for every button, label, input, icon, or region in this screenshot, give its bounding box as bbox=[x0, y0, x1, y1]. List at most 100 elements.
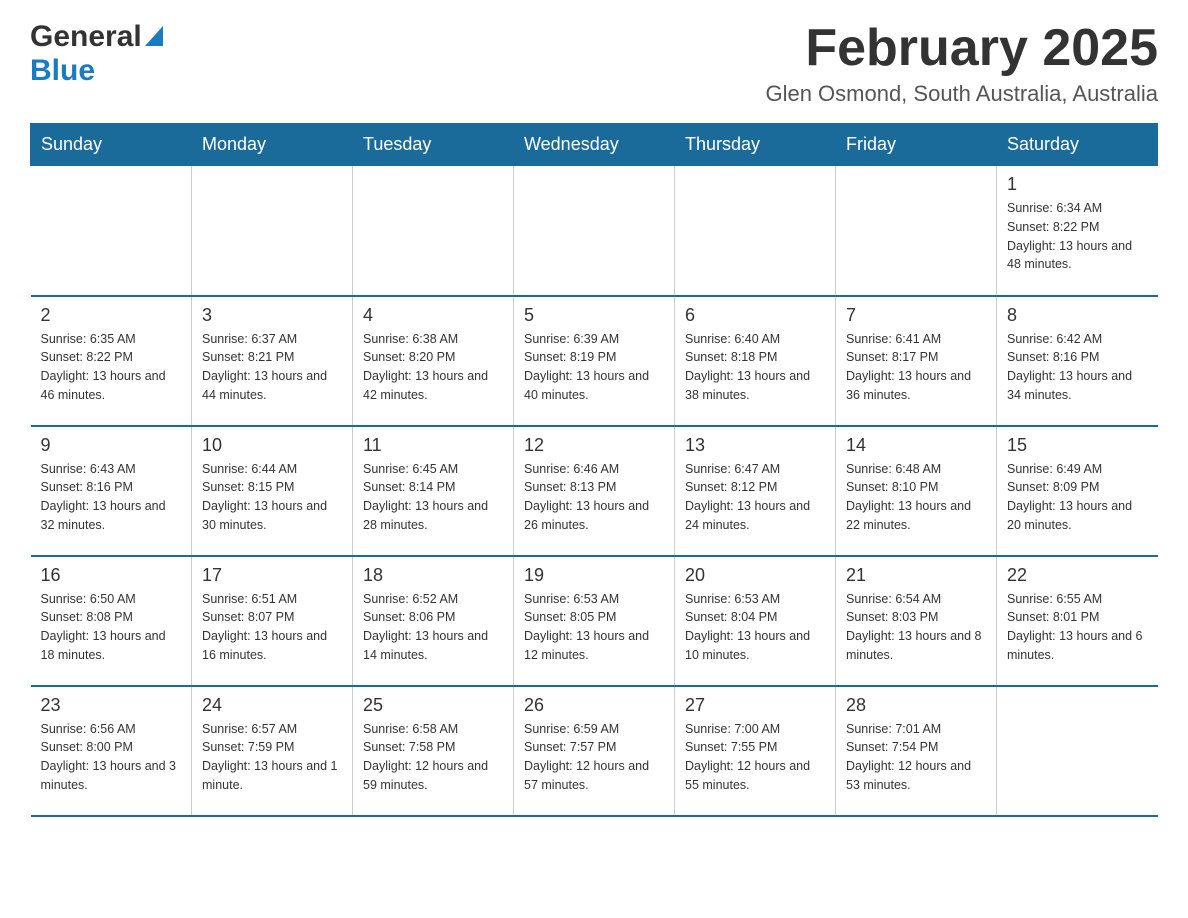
title-area: February 2025 Glen Osmond, South Austral… bbox=[765, 20, 1158, 107]
calendar-day-cell: 3 Sunrise: 6:37 AMSunset: 8:21 PMDaylight… bbox=[192, 296, 353, 426]
calendar-day-cell bbox=[997, 686, 1158, 816]
day-number: 7 bbox=[846, 305, 986, 326]
day-info: Sunrise: 6:42 AMSunset: 8:16 PMDaylight:… bbox=[1007, 330, 1148, 405]
calendar-day-cell bbox=[514, 166, 675, 296]
calendar-day-cell: 12 Sunrise: 6:46 AMSunset: 8:13 PMDayligh… bbox=[514, 426, 675, 556]
calendar-day-cell bbox=[675, 166, 836, 296]
day-info: Sunrise: 6:47 AMSunset: 8:12 PMDaylight:… bbox=[685, 460, 825, 535]
day-number: 12 bbox=[524, 435, 664, 456]
calendar-day-cell: 24 Sunrise: 6:57 AMSunset: 7:59 PMDayligh… bbox=[192, 686, 353, 816]
day-info: Sunrise: 6:37 AMSunset: 8:21 PMDaylight:… bbox=[202, 330, 342, 405]
day-number: 3 bbox=[202, 305, 342, 326]
day-info: Sunrise: 6:46 AMSunset: 8:13 PMDaylight:… bbox=[524, 460, 664, 535]
calendar-day-cell: 7 Sunrise: 6:41 AMSunset: 8:17 PMDaylight… bbox=[836, 296, 997, 426]
day-info: Sunrise: 6:56 AMSunset: 8:00 PMDaylight:… bbox=[41, 720, 182, 795]
calendar-day-cell: 27Sunrise: 7:00 AMSunset: 7:55 PMDayligh… bbox=[675, 686, 836, 816]
day-number: 15 bbox=[1007, 435, 1148, 456]
day-number: 23 bbox=[41, 695, 182, 716]
day-info: Sunrise: 6:59 AMSunset: 7:57 PMDaylight:… bbox=[524, 720, 664, 795]
day-info: Sunrise: 6:35 AMSunset: 8:22 PMDaylight:… bbox=[41, 330, 182, 405]
day-number: 25 bbox=[363, 695, 503, 716]
day-of-week-header: Saturday bbox=[997, 124, 1158, 166]
calendar-day-cell: 5 Sunrise: 6:39 AMSunset: 8:19 PMDaylight… bbox=[514, 296, 675, 426]
day-number: 8 bbox=[1007, 305, 1148, 326]
day-number: 16 bbox=[41, 565, 182, 586]
calendar-day-cell: 16 Sunrise: 6:50 AMSunset: 8:08 PMDayligh… bbox=[31, 556, 192, 686]
calendar-day-cell: 26Sunrise: 6:59 AMSunset: 7:57 PMDayligh… bbox=[514, 686, 675, 816]
calendar-day-cell: 9 Sunrise: 6:43 AMSunset: 8:16 PMDaylight… bbox=[31, 426, 192, 556]
day-of-week-header: Friday bbox=[836, 124, 997, 166]
day-info: Sunrise: 6:58 AMSunset: 7:58 PMDaylight:… bbox=[363, 720, 503, 795]
day-number: 14 bbox=[846, 435, 986, 456]
day-number: 4 bbox=[363, 305, 503, 326]
calendar-day-cell: 6 Sunrise: 6:40 AMSunset: 8:18 PMDaylight… bbox=[675, 296, 836, 426]
day-of-week-header: Sunday bbox=[31, 124, 192, 166]
day-number: 11 bbox=[363, 435, 503, 456]
header: General Blue February 2025 Glen Osmond, … bbox=[30, 20, 1158, 107]
day-info: Sunrise: 6:45 AMSunset: 8:14 PMDaylight:… bbox=[363, 460, 503, 535]
logo-general-text: General bbox=[30, 20, 142, 54]
calendar-day-cell: 28Sunrise: 7:01 AMSunset: 7:54 PMDayligh… bbox=[836, 686, 997, 816]
day-number: 24 bbox=[202, 695, 342, 716]
day-number: 5 bbox=[524, 305, 664, 326]
calendar-body: 1 Sunrise: 6:34 AMSunset: 8:22 PMDaylight… bbox=[31, 166, 1158, 816]
day-of-week-header: Thursday bbox=[675, 124, 836, 166]
calendar-day-cell bbox=[836, 166, 997, 296]
day-info: Sunrise: 6:53 AMSunset: 8:04 PMDaylight:… bbox=[685, 590, 825, 665]
day-info: Sunrise: 6:40 AMSunset: 8:18 PMDaylight:… bbox=[685, 330, 825, 405]
day-number: 20 bbox=[685, 565, 825, 586]
calendar-week-row: 16 Sunrise: 6:50 AMSunset: 8:08 PMDayligh… bbox=[31, 556, 1158, 686]
calendar-day-cell: 25 Sunrise: 6:58 AMSunset: 7:58 PMDayligh… bbox=[353, 686, 514, 816]
calendar-day-cell bbox=[192, 166, 353, 296]
day-info: Sunrise: 6:54 AMSunset: 8:03 PMDaylight:… bbox=[846, 590, 986, 665]
calendar-title: February 2025 bbox=[765, 20, 1158, 77]
day-number: 9 bbox=[41, 435, 182, 456]
calendar-week-row: 1 Sunrise: 6:34 AMSunset: 8:22 PMDaylight… bbox=[31, 166, 1158, 296]
calendar-subtitle: Glen Osmond, South Australia, Australia bbox=[765, 81, 1158, 107]
calendar-table: SundayMondayTuesdayWednesdayThursdayFrid… bbox=[30, 123, 1158, 817]
day-info: Sunrise: 6:44 AMSunset: 8:15 PMDaylight:… bbox=[202, 460, 342, 535]
day-info: Sunrise: 6:41 AMSunset: 8:17 PMDaylight:… bbox=[846, 330, 986, 405]
calendar-day-cell bbox=[353, 166, 514, 296]
calendar-day-cell: 21 Sunrise: 6:54 AMSunset: 8:03 PMDayligh… bbox=[836, 556, 997, 686]
day-info: Sunrise: 6:51 AMSunset: 8:07 PMDaylight:… bbox=[202, 590, 342, 665]
calendar-day-cell: 19Sunrise: 6:53 AMSunset: 8:05 PMDayligh… bbox=[514, 556, 675, 686]
day-info: Sunrise: 7:00 AMSunset: 7:55 PMDaylight:… bbox=[685, 720, 825, 795]
day-info: Sunrise: 6:39 AMSunset: 8:19 PMDaylight:… bbox=[524, 330, 664, 405]
calendar-day-cell: 20 Sunrise: 6:53 AMSunset: 8:04 PMDayligh… bbox=[675, 556, 836, 686]
day-number: 1 bbox=[1007, 174, 1148, 195]
day-info: Sunrise: 6:49 AMSunset: 8:09 PMDaylight:… bbox=[1007, 460, 1148, 535]
day-number: 2 bbox=[41, 305, 182, 326]
day-number: 17 bbox=[202, 565, 342, 586]
day-info: Sunrise: 6:48 AMSunset: 8:10 PMDaylight:… bbox=[846, 460, 986, 535]
day-of-week-header: Wednesday bbox=[514, 124, 675, 166]
day-info: Sunrise: 6:57 AMSunset: 7:59 PMDaylight:… bbox=[202, 720, 342, 795]
logo: General Blue bbox=[30, 20, 163, 88]
calendar-day-cell: 2 Sunrise: 6:35 AMSunset: 8:22 PMDaylight… bbox=[31, 296, 192, 426]
day-info: Sunrise: 7:01 AMSunset: 7:54 PMDaylight:… bbox=[846, 720, 986, 795]
day-info: Sunrise: 6:34 AMSunset: 8:22 PMDaylight:… bbox=[1007, 199, 1148, 274]
logo-triangle-icon bbox=[145, 26, 163, 46]
day-info: Sunrise: 6:55 AMSunset: 8:01 PMDaylight:… bbox=[1007, 590, 1148, 665]
days-of-week-row: SundayMondayTuesdayWednesdayThursdayFrid… bbox=[31, 124, 1158, 166]
day-number: 19 bbox=[524, 565, 664, 586]
calendar-day-cell: 17 Sunrise: 6:51 AMSunset: 8:07 PMDayligh… bbox=[192, 556, 353, 686]
day-number: 22 bbox=[1007, 565, 1148, 586]
calendar-day-cell: 18 Sunrise: 6:52 AMSunset: 8:06 PMDayligh… bbox=[353, 556, 514, 686]
calendar-day-cell: 13Sunrise: 6:47 AMSunset: 8:12 PMDayligh… bbox=[675, 426, 836, 556]
day-of-week-header: Tuesday bbox=[353, 124, 514, 166]
calendar-day-cell: 11 Sunrise: 6:45 AMSunset: 8:14 PMDayligh… bbox=[353, 426, 514, 556]
day-number: 18 bbox=[363, 565, 503, 586]
logo-blue-text: Blue bbox=[30, 54, 95, 87]
calendar-week-row: 9 Sunrise: 6:43 AMSunset: 8:16 PMDaylight… bbox=[31, 426, 1158, 556]
calendar-day-cell: 22 Sunrise: 6:55 AMSunset: 8:01 PMDayligh… bbox=[997, 556, 1158, 686]
calendar-day-cell: 1 Sunrise: 6:34 AMSunset: 8:22 PMDaylight… bbox=[997, 166, 1158, 296]
calendar-day-cell bbox=[31, 166, 192, 296]
day-info: Sunrise: 6:43 AMSunset: 8:16 PMDaylight:… bbox=[41, 460, 182, 535]
day-info: Sunrise: 6:50 AMSunset: 8:08 PMDaylight:… bbox=[41, 590, 182, 665]
day-number: 6 bbox=[685, 305, 825, 326]
day-info: Sunrise: 6:52 AMSunset: 8:06 PMDaylight:… bbox=[363, 590, 503, 665]
calendar-week-row: 23 Sunrise: 6:56 AMSunset: 8:00 PMDayligh… bbox=[31, 686, 1158, 816]
day-number: 21 bbox=[846, 565, 986, 586]
day-info: Sunrise: 6:38 AMSunset: 8:20 PMDaylight:… bbox=[363, 330, 503, 405]
